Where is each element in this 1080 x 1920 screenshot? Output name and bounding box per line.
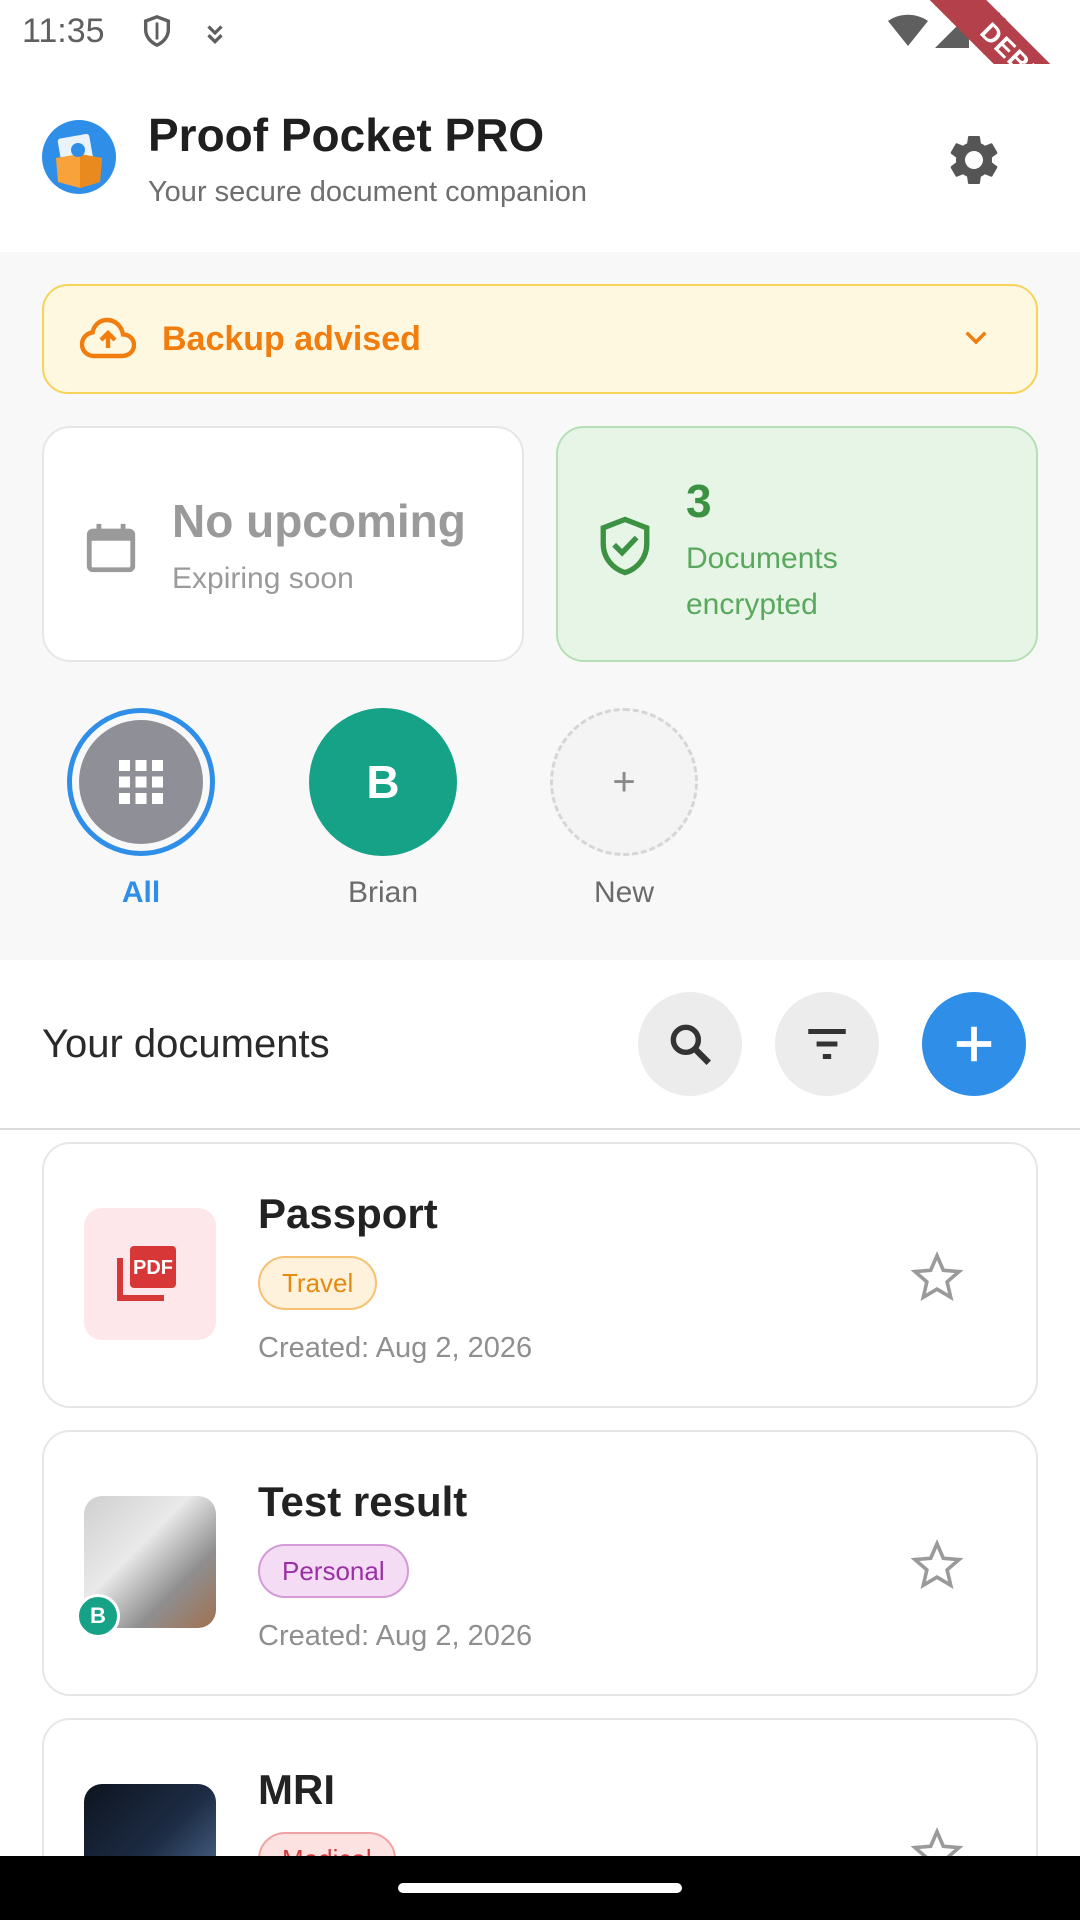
document-card-passport[interactable]: PDF Passport Travel Created: Aug 2, 2026: [42, 1142, 1038, 1408]
status-time: 11:35: [22, 12, 105, 50]
app-title: Proof Pocket PRO: [148, 109, 545, 161]
svg-text:PDF: PDF: [133, 1257, 173, 1279]
filter-icon: [808, 1029, 846, 1059]
profile-avatar-all: [67, 708, 215, 856]
search-icon: [670, 1024, 711, 1065]
document-date: Created: Aug 2, 2026: [258, 1332, 533, 1364]
home-handle[interactable]: [398, 1883, 682, 1893]
profile-label: All: [121, 876, 161, 909]
plus-icon: [956, 1026, 992, 1062]
status-bar: 11:35 DEBUG: [0, 0, 1080, 161]
profile-label: New: [593, 876, 654, 909]
document-tag: Personal: [258, 1544, 409, 1598]
document-name: MRI: [258, 1766, 335, 1813]
backup-banner[interactable]: Backup advised: [42, 284, 1038, 394]
app-header: Proof Pocket PRO Your secure document co…: [0, 64, 1080, 252]
profile-brian[interactable]: B Brian: [295, 708, 471, 910]
add-profile-icon: +: [550, 708, 698, 856]
profile-all[interactable]: All: [53, 708, 229, 910]
owner-badge: B: [76, 1594, 120, 1638]
search-button[interactable]: [638, 992, 742, 1096]
star-icon[interactable]: [910, 1538, 964, 1597]
documents-section: Your documents PDF Passport Travel Creat…: [0, 960, 1080, 1920]
gear-icon: [950, 135, 998, 184]
grid-icon: [119, 760, 163, 804]
app-subtitle: Your secure document companion: [148, 176, 588, 208]
settings-button[interactable]: [944, 130, 1004, 190]
backup-label: Backup advised: [162, 320, 421, 358]
filter-button[interactable]: [775, 992, 879, 1096]
download-status-icon: [202, 18, 228, 53]
app-logo-icon: [42, 120, 116, 194]
expiring-card[interactable]: No upcoming Expiring soon: [42, 426, 524, 662]
system-nav-bar: [0, 1856, 1080, 1920]
chevron-down-icon[interactable]: [960, 322, 992, 359]
document-thumbnail: PDF: [84, 1208, 216, 1340]
expiring-subtitle: Expiring soon: [172, 562, 354, 595]
document-date: Created: Aug 2, 2026: [258, 1620, 533, 1652]
expiring-title: No upcoming: [172, 495, 466, 547]
cloud-upload-icon: [79, 316, 137, 365]
add-document-button[interactable]: [922, 992, 1026, 1096]
encrypted-count: 3: [686, 475, 712, 527]
profile-avatar-brian: B: [309, 708, 457, 856]
profile-label: Brian: [347, 876, 419, 909]
wifi-icon: [888, 14, 928, 53]
document-name: Test result: [258, 1478, 468, 1525]
document-tag: Travel: [258, 1256, 378, 1310]
pdf-icon: PDF: [117, 1246, 176, 1301]
divider: [0, 1128, 1080, 1130]
star-icon[interactable]: [910, 1250, 964, 1309]
encrypted-label: Documents encrypted: [686, 542, 838, 621]
encrypted-card[interactable]: 3 Documents encrypted: [556, 426, 1038, 662]
document-card-test-result[interactable]: B Test result Personal Created: Aug 2, 2…: [42, 1430, 1038, 1696]
profile-new[interactable]: + New: [536, 708, 712, 910]
shield-status-icon: [140, 12, 174, 55]
shield-check-icon: [596, 514, 654, 583]
calendar-icon: [82, 518, 140, 583]
document-name: Passport: [258, 1190, 438, 1237]
documents-title: Your documents: [42, 1022, 330, 1066]
